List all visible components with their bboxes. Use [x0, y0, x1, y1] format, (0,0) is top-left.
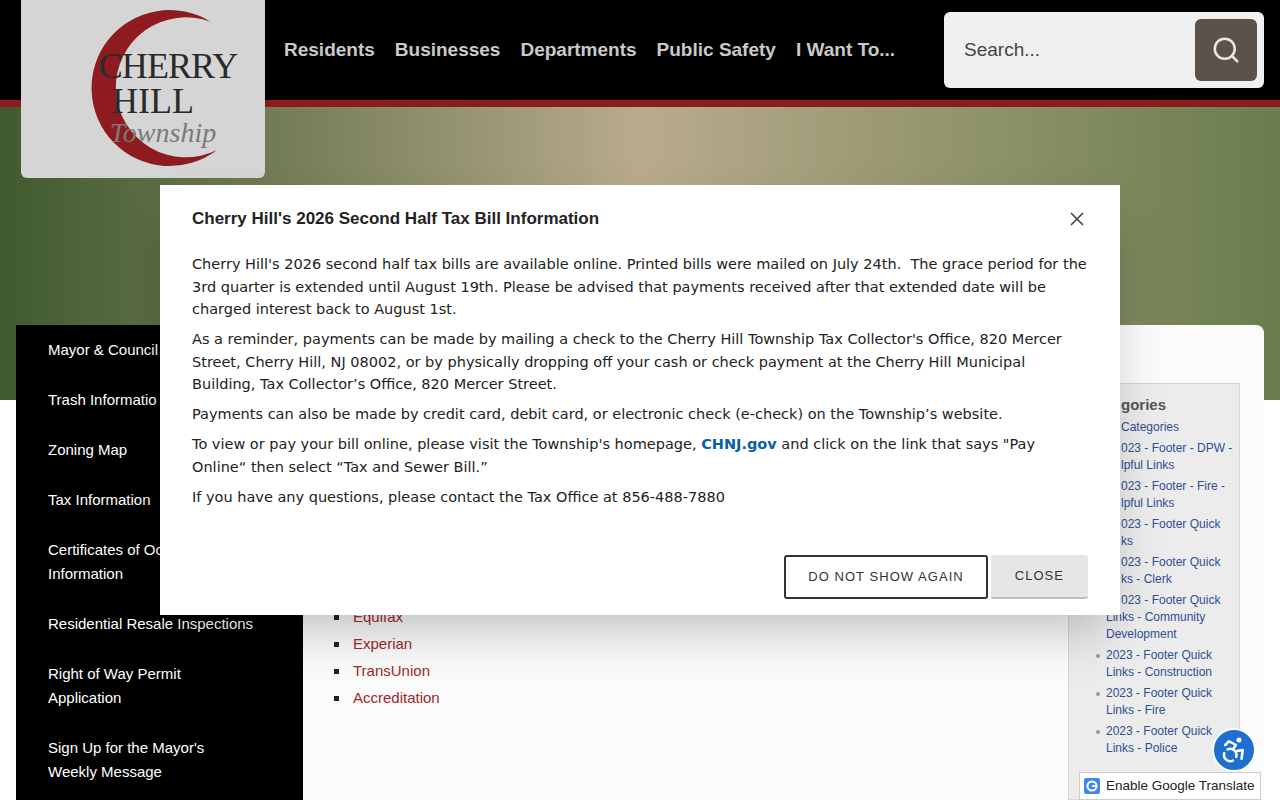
category-item[interactable]: 2023 - Footer QuickLinks - Fire [1069, 685, 1239, 719]
logo-line2: HILL [112, 84, 194, 118]
modal-paragraph: As a reminder, payments can be made by m… [192, 328, 1088, 396]
site-link[interactable]: CHNJ.gov [701, 436, 777, 452]
nav-item[interactable]: Businesses [395, 36, 501, 65]
accessibility-button[interactable] [1212, 728, 1256, 772]
close-icon[interactable] [1066, 208, 1088, 230]
modal-title: Cherry Hill's 2026 Second Half Tax Bill … [192, 207, 599, 231]
logo[interactable]: CHERRYHILLTownship [21, 0, 265, 178]
sidebar-item[interactable]: Right of Way PermitApplication [16, 649, 303, 723]
bullet-icon [334, 669, 339, 674]
logo-line3: Township [110, 118, 216, 148]
modal-paragraph: If you have any questions, please contac… [192, 486, 1088, 509]
modal-paragraph: Payments can also be made by credit card… [192, 403, 1088, 426]
tax-modal: Cherry Hill's 2026 Second Half Tax Bill … [160, 185, 1120, 615]
bullet-icon [334, 642, 339, 647]
modal-paragraph: Cherry Hill's 2026 second half tax bills… [192, 253, 1088, 321]
content-link[interactable]: TransUnion [334, 658, 1068, 685]
bullet-icon [1096, 692, 1100, 696]
bullet-icon [1096, 730, 1100, 734]
nav-item[interactable]: Departments [520, 36, 636, 65]
google-icon [1084, 778, 1100, 794]
search-input[interactable]: Search... [964, 36, 1195, 65]
accessibility-icon [1219, 735, 1249, 765]
search-box: Search... [944, 12, 1264, 88]
nav-item[interactable]: Residents [284, 36, 375, 65]
main-nav: Residents Businesses Departments Public Saf… [284, 36, 895, 65]
page: Residents Businesses Departments Public Saf… [0, 0, 1280, 800]
bullet-icon [1096, 654, 1100, 658]
bullet-icon [334, 696, 339, 701]
content-link[interactable]: Experian [334, 631, 1068, 658]
close-button[interactable]: CLOSE [991, 555, 1088, 599]
search-button[interactable] [1195, 19, 1257, 81]
content-link[interactable]: Accreditation [334, 685, 1068, 712]
modal-body: Cherry Hill's 2026 second half tax bills… [192, 253, 1088, 508]
search-icon [1211, 35, 1241, 65]
category-item[interactable]: 2023 - Footer QuickLinks - Construction [1069, 647, 1239, 681]
nav-item[interactable]: I Want To... [796, 36, 895, 65]
logo-line1: CHERRY [99, 48, 238, 84]
do-not-show-button[interactable]: DO NOT SHOW AGAIN [784, 555, 987, 599]
nav-item[interactable]: Public Safety [657, 36, 776, 65]
translate-bar[interactable]: Enable Google Translate [1079, 772, 1261, 800]
bullet-icon [334, 615, 339, 620]
modal-paragraph: To view or pay your bill online, please … [192, 433, 1088, 478]
sidebar-item[interactable]: Sign Up for the Mayor'sWeekly Message [16, 723, 303, 797]
